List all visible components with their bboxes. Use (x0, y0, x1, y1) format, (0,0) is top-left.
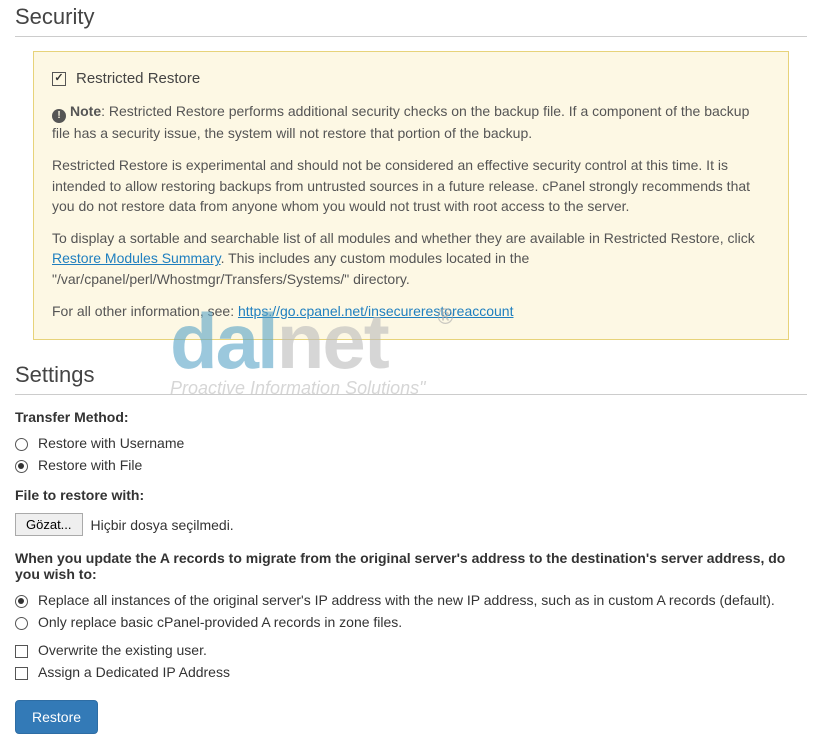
note-paragraph-4: For all other information, see: https://… (52, 301, 770, 321)
dedicated-ip-checkbox[interactable] (15, 667, 28, 680)
restore-button[interactable]: Restore (15, 700, 98, 734)
settings-heading: Settings (15, 362, 807, 395)
radio-replace-basic[interactable] (15, 617, 28, 630)
overwrite-user-label: Overwrite the existing user. (38, 642, 207, 658)
radio-restore-username[interactable] (15, 438, 28, 451)
transfer-method-label: Transfer Method: (15, 409, 807, 425)
file-status-text: Hiçbir dosya seçilmedi. (91, 517, 234, 533)
file-to-restore-label: File to restore with: (15, 487, 807, 503)
info-icon: ! (52, 109, 66, 123)
radio-restore-file[interactable] (15, 460, 28, 473)
restricted-restore-checkbox[interactable] (52, 72, 66, 86)
note-paragraph-3: To display a sortable and searchable lis… (52, 228, 770, 289)
a-records-label: When you update the A records to migrate… (15, 550, 807, 582)
security-heading: Security (15, 4, 807, 37)
note-paragraph-1: !Note: Restricted Restore performs addit… (52, 101, 770, 143)
radio-restore-username-label: Restore with Username (38, 435, 184, 451)
restricted-restore-box: Restricted Restore !Note: Restricted Res… (33, 51, 789, 340)
insecure-restore-link[interactable]: https://go.cpanel.net/insecurerestoreacc… (238, 303, 514, 319)
radio-restore-file-label: Restore with File (38, 457, 142, 473)
radio-replace-all-label: Replace all instances of the original se… (38, 592, 775, 608)
overwrite-user-checkbox[interactable] (15, 645, 28, 658)
restricted-restore-label: Restricted Restore (76, 70, 200, 87)
radio-replace-basic-label: Only replace basic cPanel-provided A rec… (38, 614, 402, 630)
radio-replace-all[interactable] (15, 595, 28, 608)
browse-button[interactable]: Gözat... (15, 513, 83, 536)
note-paragraph-2: Restricted Restore is experimental and s… (52, 155, 770, 216)
restore-modules-summary-link[interactable]: Restore Modules Summary (52, 250, 221, 266)
dedicated-ip-label: Assign a Dedicated IP Address (38, 664, 230, 680)
